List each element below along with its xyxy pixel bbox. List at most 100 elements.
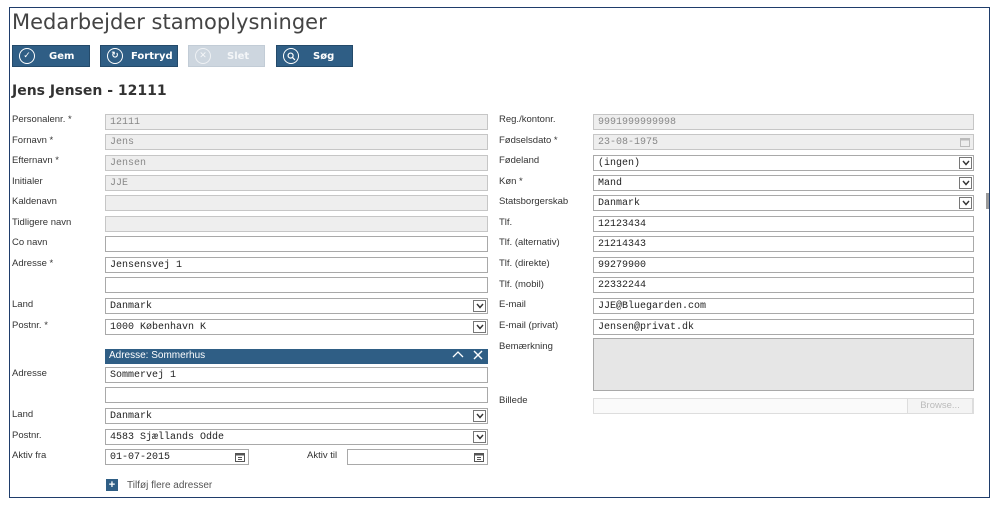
undo-circle-icon: ↻ bbox=[107, 48, 123, 64]
email-privat-field[interactable]: Jensen@privat.dk bbox=[593, 319, 974, 335]
bemaerkning-textarea[interactable] bbox=[593, 338, 974, 391]
foedeland-value: (ingen) bbox=[598, 158, 641, 169]
delete-button[interactable]: ✕ Slet bbox=[188, 45, 265, 67]
billede-label: Billede bbox=[499, 395, 528, 406]
adresse-label: Adresse * bbox=[12, 258, 54, 269]
summerhouse-land-value: Danmark bbox=[110, 411, 153, 422]
chevron-up-icon[interactable] bbox=[452, 350, 464, 363]
fornavn-label: Fornavn * bbox=[12, 135, 54, 146]
form-frame bbox=[9, 7, 990, 498]
co-navn-field[interactable] bbox=[105, 236, 488, 252]
summerhouse-postnr-label: Postnr. bbox=[12, 430, 42, 441]
adresse-field[interactable]: Jensensvej 1 bbox=[105, 257, 488, 273]
tlf-alternativ-label: Tlf. (alternativ) bbox=[499, 237, 560, 248]
tlf-mobil-field[interactable]: 22332244 bbox=[593, 277, 974, 293]
chevron-down-icon[interactable] bbox=[473, 410, 486, 422]
tlf-mobil-label: Tlf. (mobil) bbox=[499, 279, 544, 290]
search-button[interactable]: Søg bbox=[276, 45, 353, 67]
foedselsdato-value: 23-08-1975 bbox=[598, 137, 659, 148]
plus-icon: + bbox=[106, 479, 118, 491]
billede-file-input[interactable]: Browse... bbox=[593, 398, 974, 414]
aktiv-til-field[interactable] bbox=[347, 449, 488, 465]
chevron-down-icon[interactable] bbox=[959, 157, 972, 169]
koen-select[interactable]: Mand bbox=[593, 175, 974, 191]
aktiv-fra-value: 01-07-2015 bbox=[110, 452, 171, 463]
email-privat-label: E-mail (privat) bbox=[499, 320, 559, 331]
summerhouse-adresse-field[interactable]: Sommervej 1 bbox=[105, 367, 488, 383]
postnr-select-value: 1000 København K bbox=[110, 322, 207, 333]
koen-label: Køn * bbox=[499, 176, 523, 187]
summerhouse-address-header: Adresse: Sommerhus bbox=[105, 349, 488, 364]
tidligere-navn-field[interactable] bbox=[105, 216, 488, 232]
search-circle-icon bbox=[283, 48, 299, 64]
undo-button[interactable]: ↻ Fortryd bbox=[100, 45, 178, 67]
statsborgerskab-label: Statsborgerskab bbox=[499, 196, 569, 207]
co-navn-label: Co navn bbox=[12, 237, 48, 248]
foedeland-select[interactable]: (ingen) bbox=[593, 155, 974, 171]
foedselsdato-field[interactable]: 23-08-1975 bbox=[593, 134, 974, 150]
aktiv-fra-field[interactable]: 01-07-2015 bbox=[105, 449, 249, 465]
chevron-down-icon[interactable] bbox=[473, 321, 486, 333]
check-circle-icon: ✓ bbox=[19, 48, 35, 64]
personalenr-field[interactable]: 12111 bbox=[105, 114, 488, 130]
summerhouse-land-select[interactable]: Danmark bbox=[105, 408, 488, 424]
foedeland-label: Fødeland bbox=[499, 155, 540, 166]
save-button-label: Gem bbox=[49, 50, 75, 62]
save-button[interactable]: ✓ Gem bbox=[12, 45, 90, 67]
foedselsdato-label: Fødselsdato * bbox=[499, 135, 558, 146]
koen-value: Mand bbox=[598, 178, 623, 189]
summerhouse-postnr-select[interactable]: 4583 Sjællands Odde bbox=[105, 429, 488, 445]
tlf-direkte-label: Tlf. (direkte) bbox=[499, 258, 550, 269]
land-select-value: Danmark bbox=[110, 301, 153, 312]
employee-heading: Jens Jensen - 12111 bbox=[12, 83, 167, 99]
add-more-addresses-label: Tilføj flere adresser bbox=[127, 479, 213, 491]
postnr-label: Postnr. * bbox=[12, 320, 48, 331]
summerhouse-header-label: Adresse: Sommerhus bbox=[109, 350, 206, 361]
aktiv-til-label: Aktiv til bbox=[307, 450, 338, 461]
tlf-label: Tlf. bbox=[499, 217, 513, 228]
summerhouse-adresse-line2-field[interactable] bbox=[105, 387, 488, 403]
statsborgerskab-select[interactable]: Danmark bbox=[593, 195, 974, 211]
tlf-field[interactable]: 12123434 bbox=[593, 216, 974, 232]
adresse-line2-field[interactable] bbox=[105, 277, 488, 293]
statsborgerskab-value: Danmark bbox=[598, 198, 641, 209]
chevron-down-icon[interactable] bbox=[473, 300, 486, 312]
page-title: Medarbejder stamoplysninger bbox=[12, 10, 327, 34]
efternavn-label: Efternavn * bbox=[12, 155, 59, 166]
summerhouse-land-label: Land bbox=[12, 409, 34, 420]
close-icon[interactable] bbox=[473, 350, 483, 363]
efternavn-field[interactable]: Jensen bbox=[105, 155, 488, 171]
tlf-direkte-field[interactable]: 99279900 bbox=[593, 257, 974, 273]
add-more-addresses-link[interactable]: + Tilføj flere adresser bbox=[106, 479, 212, 491]
personalenr-label: Personalenr. * bbox=[12, 114, 72, 125]
initialer-field[interactable]: JJE bbox=[105, 175, 488, 191]
land-select[interactable]: Danmark bbox=[105, 298, 488, 314]
fornavn-field[interactable]: Jens bbox=[105, 134, 488, 150]
kaldenavn-field[interactable] bbox=[105, 195, 488, 211]
calendar-icon[interactable] bbox=[235, 452, 245, 462]
tlf-alternativ-field[interactable]: 21214343 bbox=[593, 236, 974, 252]
undo-button-label: Fortryd bbox=[131, 50, 173, 62]
reg-konto-field[interactable]: 9991999999998 bbox=[593, 114, 974, 130]
calendar-icon[interactable] bbox=[474, 452, 484, 462]
reg-konto-label: Reg./kontonr. bbox=[499, 114, 556, 125]
postnr-select[interactable]: 1000 København K bbox=[105, 319, 488, 335]
x-circle-icon: ✕ bbox=[195, 48, 211, 64]
chevron-down-icon[interactable] bbox=[959, 197, 972, 209]
summerhouse-adresse-label: Adresse bbox=[12, 368, 47, 379]
tidligere-navn-label: Tidligere navn bbox=[12, 217, 72, 228]
chevron-down-icon[interactable] bbox=[959, 177, 972, 189]
search-button-label: Søg bbox=[313, 50, 335, 62]
chevron-down-icon[interactable] bbox=[473, 431, 486, 443]
delete-button-label: Slet bbox=[227, 50, 250, 62]
scrollbar-thumb[interactable] bbox=[986, 193, 989, 209]
email-label: E-mail bbox=[499, 299, 526, 310]
calendar-icon[interactable] bbox=[960, 137, 970, 147]
kaldenavn-label: Kaldenavn bbox=[12, 196, 57, 207]
land-label: Land bbox=[12, 299, 34, 310]
initialer-label: Initialer bbox=[12, 176, 43, 187]
email-field[interactable]: JJE@Bluegarden.com bbox=[593, 298, 974, 314]
summerhouse-postnr-value: 4583 Sjællands Odde bbox=[110, 432, 225, 443]
aktiv-fra-label: Aktiv fra bbox=[12, 450, 47, 461]
browse-button[interactable]: Browse... bbox=[907, 398, 973, 414]
